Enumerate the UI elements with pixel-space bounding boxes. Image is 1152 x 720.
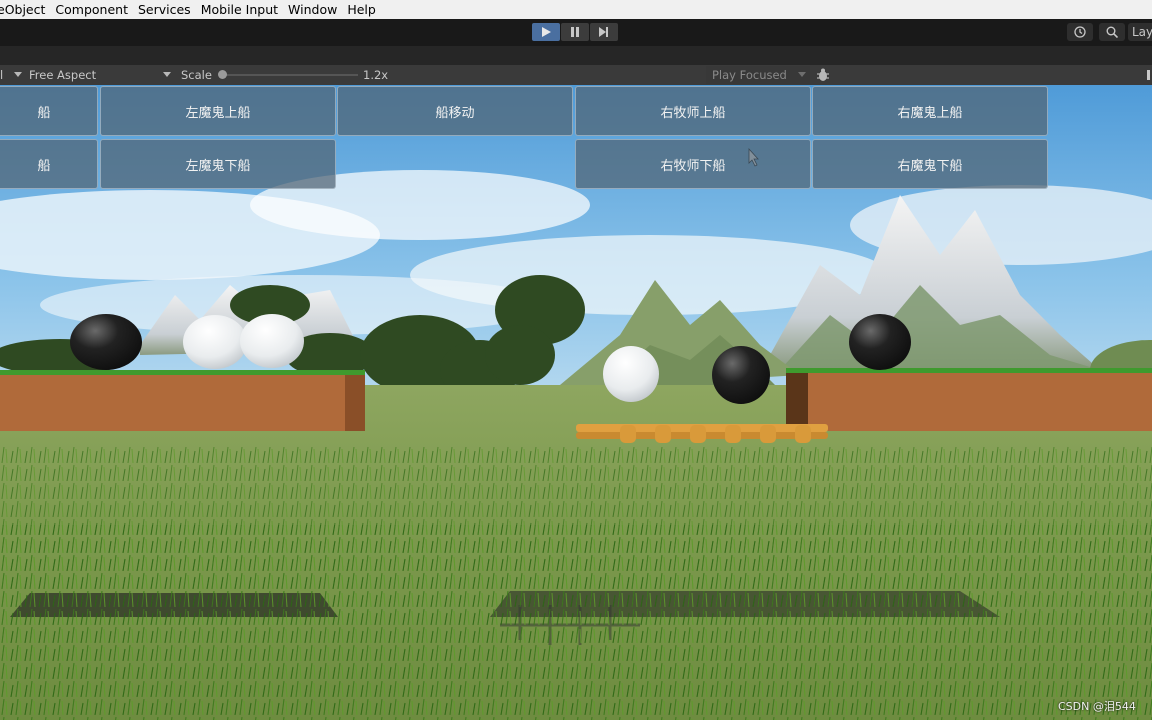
- chevron-down-icon: [798, 72, 806, 77]
- search-icon: [1106, 26, 1118, 38]
- layers-dropdown[interactable]: Lay: [1128, 23, 1152, 41]
- left-priest-2: [240, 314, 304, 368]
- bug-icon[interactable]: [816, 68, 830, 82]
- left-devil-unboard-button[interactable]: 左魔鬼下船: [100, 139, 336, 189]
- scale-slider-handle[interactable]: [218, 70, 227, 79]
- game-button-label: 右牧师上船: [660, 105, 726, 121]
- aspect-dropdown[interactable]: Free Aspect: [29, 65, 96, 85]
- right-devil-board-button[interactable]: 右魔鬼上船: [812, 86, 1048, 136]
- left-bank: [0, 375, 365, 431]
- game-view: 船 左魔鬼上船 船移动 右牧师上船 右魔鬼上船 船 左魔鬼下船 右牧师下船 右魔…: [0, 85, 1152, 720]
- right-devil-1: [849, 314, 911, 370]
- scale-slider-track[interactable]: [222, 74, 358, 76]
- search-button[interactable]: [1099, 23, 1125, 41]
- menu-gameobject[interactable]: eObject: [0, 2, 50, 17]
- game-button-label: 船: [37, 158, 51, 174]
- history-button[interactable]: [1067, 23, 1093, 41]
- game-button-label: 右魔鬼下船: [897, 158, 963, 174]
- play-icon: [542, 27, 551, 37]
- right-bank: [808, 373, 1152, 431]
- menu-component[interactable]: Component: [50, 2, 133, 17]
- pause-icon: [571, 27, 579, 37]
- scale-value: 1.2x: [363, 68, 389, 82]
- game-button-boat-partial-row1[interactable]: 船: [0, 86, 98, 136]
- watermark: CSDN @泪544: [1058, 700, 1136, 713]
- menu-help[interactable]: Help: [342, 2, 381, 17]
- game-view-toolbar: l Free Aspect Scale 1.2x Play Focused: [0, 65, 1152, 85]
- right-devil-unboard-button[interactable]: 右魔鬼下船: [812, 139, 1048, 189]
- game-button-label: 左魔鬼上船: [185, 105, 251, 121]
- more-options-icon[interactable]: [1146, 70, 1152, 80]
- play-mode-dropdown[interactable]: Play Focused: [706, 66, 810, 84]
- scale-label: Scale: [181, 68, 212, 82]
- menu-mobile-input[interactable]: Mobile Input: [196, 2, 283, 17]
- game-button-label: 左魔鬼下船: [185, 158, 251, 174]
- panel-header-strip: [0, 46, 1152, 65]
- menu-window[interactable]: Window: [283, 2, 342, 17]
- menu-bar: eObject Component Services Mobile Input …: [0, 0, 1152, 19]
- right-priest-board-button[interactable]: 右牧师上船: [575, 86, 811, 136]
- step-icon: [599, 27, 608, 37]
- left-devil-board-button[interactable]: 左魔鬼上船: [100, 86, 336, 136]
- step-button[interactable]: [590, 23, 618, 41]
- display-dropdown[interactable]: l: [0, 65, 3, 85]
- play-button[interactable]: [532, 23, 560, 41]
- move-boat-button[interactable]: 船移动: [337, 86, 573, 136]
- pause-button[interactable]: [561, 23, 589, 41]
- boat-devil: [712, 346, 770, 404]
- game-button-label: 右魔鬼上船: [897, 105, 963, 121]
- game-button-label: 船: [37, 105, 51, 121]
- play-mode-label: Play Focused: [712, 68, 787, 82]
- menu-services[interactable]: Services: [133, 2, 196, 17]
- boat-priest: [603, 346, 659, 402]
- history-icon: [1074, 26, 1086, 38]
- game-button-label: 船移动: [435, 105, 475, 121]
- playback-controls: [532, 23, 618, 41]
- left-devil-1: [70, 314, 142, 370]
- game-button-label: 右牧师下船: [660, 158, 726, 174]
- right-priest-unboard-button[interactable]: 右牧师下船: [575, 139, 811, 189]
- left-priest-1: [183, 315, 247, 369]
- game-button-boat-partial-row2[interactable]: 船: [0, 139, 98, 189]
- main-toolbar: Lay: [0, 19, 1152, 46]
